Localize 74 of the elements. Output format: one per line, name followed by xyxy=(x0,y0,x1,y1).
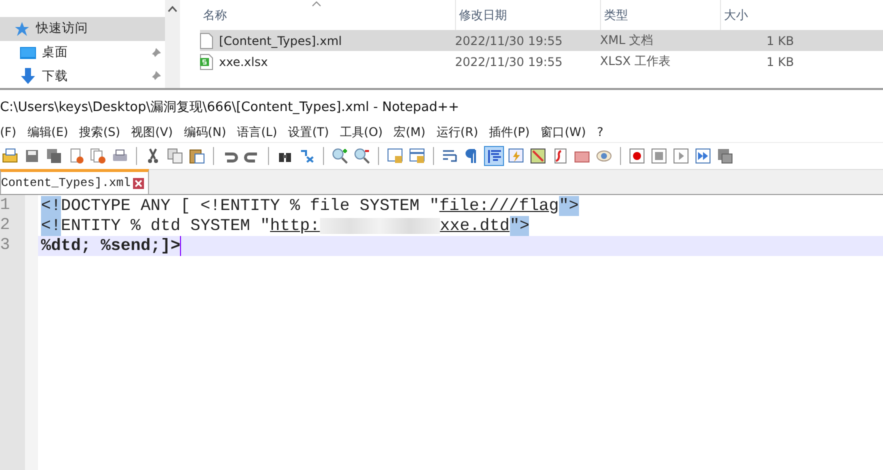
text-caret xyxy=(180,236,182,256)
code-text: %dtd; %send;]> xyxy=(41,236,180,256)
menu-item[interactable]: 宏(M) xyxy=(394,124,434,140)
stop-icon xyxy=(651,148,667,164)
save-all-icon xyxy=(46,148,62,164)
code-text: <! xyxy=(41,196,61,216)
play-icon xyxy=(673,148,689,164)
menu-item[interactable]: 窗口(W) xyxy=(540,124,594,140)
file-type: XLSX 工作表 xyxy=(600,53,672,70)
file-name: xxe.xlsx xyxy=(219,54,268,68)
code-link[interactable]: xxe.dtd xyxy=(440,216,510,236)
spreadsheet-icon xyxy=(200,54,213,70)
zoom-in-icon xyxy=(332,148,348,164)
menu-item[interactable]: ? xyxy=(596,125,612,139)
file-tab[interactable]: Content_Types].xml xyxy=(0,169,149,194)
menu-item[interactable]: 编辑(E) xyxy=(27,124,76,140)
menu-item[interactable]: 运行(R) xyxy=(436,124,486,140)
nav-item[interactable]: 快速访问 xyxy=(0,17,165,41)
menu-item[interactable]: 设置(T) xyxy=(288,124,337,140)
document-icon xyxy=(200,32,213,48)
code-text: ENTITY % dtd SYSTEM " xyxy=(60,216,270,236)
nav-item[interactable]: 桌面 xyxy=(0,40,165,64)
sort-caret-icon xyxy=(312,1,321,7)
document-close-icon xyxy=(68,148,84,164)
close-icon[interactable] xyxy=(132,178,144,188)
file-row[interactable]: xxe.xlsx 2022/11/30 19:55 XLSX 工作表 1 KB xyxy=(200,51,883,72)
documents-close-icon xyxy=(90,148,106,164)
desktop-icon xyxy=(20,46,36,60)
code-text: DOCTYPE ANY [ <!ENTITY % file SYSTEM " xyxy=(60,196,440,216)
file-date: 2022/11/30 19:55 xyxy=(455,54,564,68)
menu-item[interactable]: 工具(O) xyxy=(340,124,391,140)
menu-item[interactable]: (F) xyxy=(0,125,24,139)
macro-list-icon xyxy=(717,148,733,164)
line-number: 2 xyxy=(0,215,11,235)
code-text: <! xyxy=(41,216,61,236)
indent-guide-icon xyxy=(486,148,502,164)
line-number: 3 xyxy=(0,235,11,255)
toolbar-button[interactable] xyxy=(484,146,504,166)
lightning-window-icon xyxy=(508,148,524,164)
download-arrow-icon xyxy=(20,68,36,84)
star-icon xyxy=(14,20,30,37)
save-icon xyxy=(24,148,40,164)
zoom-out-icon xyxy=(354,148,370,164)
scroll-up-icon[interactable] xyxy=(168,6,177,12)
fast-forward-icon xyxy=(695,148,711,164)
menu-item[interactable]: 搜索(S) xyxy=(79,124,128,140)
file-type: XML 文档 xyxy=(600,32,654,49)
menu-item[interactable]: 语言(L) xyxy=(237,124,286,140)
menu-item[interactable]: 视图(V) xyxy=(131,124,181,140)
replace-icon xyxy=(299,148,315,164)
nav-item[interactable]: 下载 xyxy=(0,64,165,88)
menu-item[interactable]: 编码(N) xyxy=(184,124,234,140)
record-icon xyxy=(629,148,645,164)
code-text: "> xyxy=(558,196,579,216)
menu-item[interactable]: 插件(P) xyxy=(489,124,538,140)
file-name: [Content_Types].xml xyxy=(219,34,342,48)
copy-icon xyxy=(167,148,183,164)
open-folder-icon xyxy=(2,148,18,164)
printer-icon xyxy=(112,148,128,164)
file-size: 1 KB xyxy=(765,54,795,68)
line-number: 1 xyxy=(0,195,11,215)
function-document-icon xyxy=(552,148,568,164)
window-title: C:\Users\keys\Desktop\漏洞复现\666\[Content_Types].xml - Notepad++ xyxy=(0,99,460,116)
file-date: 2022/11/30 19:55 xyxy=(455,34,564,48)
code-link[interactable]: http: xyxy=(270,216,320,236)
file-row[interactable]: [Content_Types].xml 2022/11/30 19:55 XML 文档 1 KB xyxy=(200,30,883,51)
clipboard-icon xyxy=(189,148,205,164)
file-size: 1 KB xyxy=(765,34,795,48)
scissors-icon xyxy=(145,148,161,164)
eye-icon xyxy=(596,148,612,164)
code-text: "> xyxy=(510,216,530,236)
column-header[interactable]: 名称 xyxy=(200,0,455,30)
code-link[interactable]: file:///flag xyxy=(439,196,559,216)
word-wrap-icon xyxy=(442,148,458,164)
